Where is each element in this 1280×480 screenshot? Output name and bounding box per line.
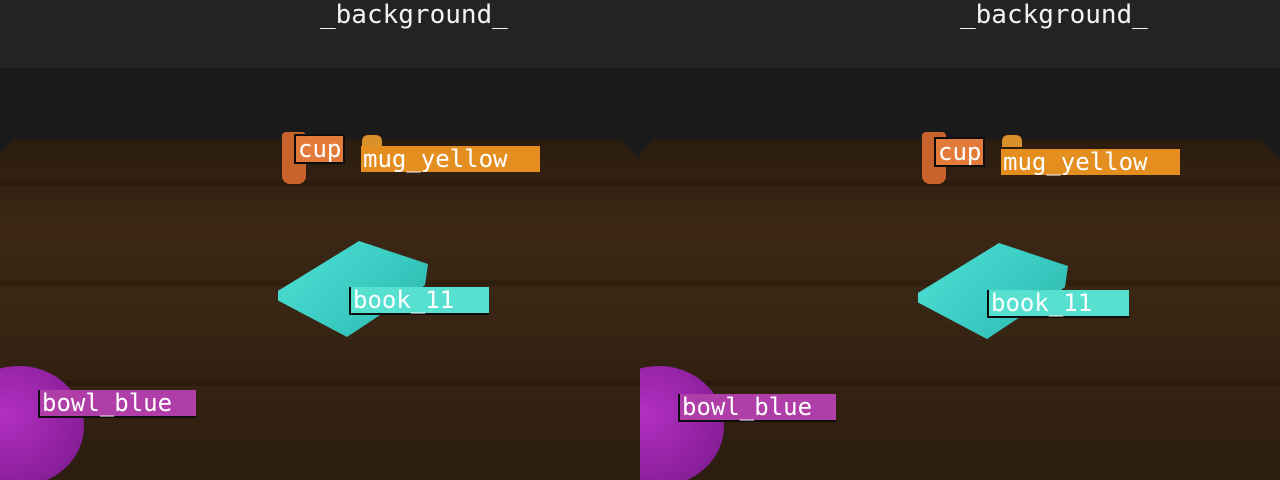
left-segmentation-panel: _background_ cup mug_yellow book_11 bowl… — [0, 0, 640, 480]
background-label: _background_ — [320, 0, 508, 30]
segmentation-view: _background_ cup mug_yellow book_11 bowl… — [0, 0, 1280, 480]
bowl-blue-label: bowl_blue — [678, 394, 836, 422]
book-11-label: book_11 — [349, 287, 489, 315]
right-segmentation-panel: _background_ cup mug_yellow book_11 bowl… — [640, 0, 1280, 480]
mug-yellow-label: mug_yellow — [361, 146, 540, 172]
cup-label: cup — [294, 134, 346, 164]
cup-label: cup — [934, 137, 986, 167]
background-label: _background_ — [960, 0, 1148, 30]
mug-yellow-label: mug_yellow — [1001, 149, 1180, 175]
bowl-blue-label: bowl_blue — [38, 390, 196, 418]
book-11-label: book_11 — [987, 290, 1129, 318]
wall-region — [640, 68, 1280, 148]
mug-object — [1002, 135, 1022, 147]
